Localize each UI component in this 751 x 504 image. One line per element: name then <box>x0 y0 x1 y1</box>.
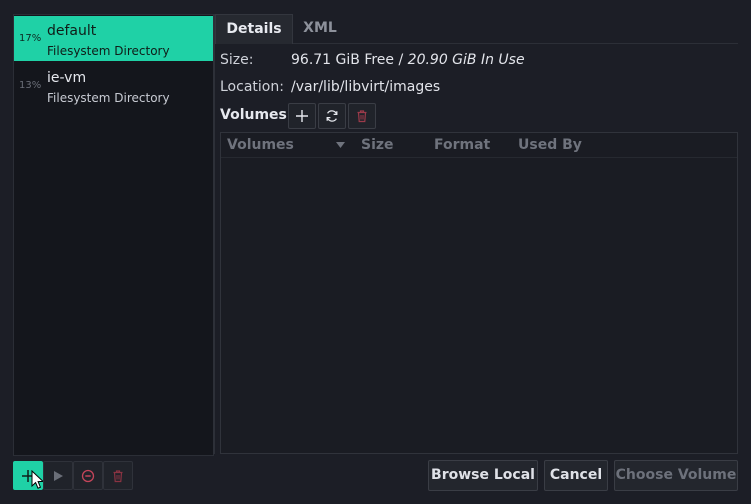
pool-item-ie-vm[interactable]: 13% ie-vm Filesystem Directory <box>14 63 213 108</box>
volumes-label: Volumes <box>220 107 287 123</box>
choose-volume-button[interactable]: Choose Volume <box>614 460 738 491</box>
column-header-used-by[interactable]: Used By <box>518 133 582 157</box>
stop-icon <box>81 469 95 482</box>
pool-item-default[interactable]: 17% default Filesystem Directory <box>14 16 213 61</box>
storage-pool-list[interactable]: 17% default Filesystem Directory 13% ie-… <box>13 14 214 456</box>
refresh-icon <box>326 110 338 122</box>
location-value: /var/lib/libvirt/images <box>291 79 441 95</box>
start-pool-button[interactable] <box>43 461 73 490</box>
add-volume-button[interactable] <box>288 103 316 129</box>
tab-xml[interactable]: XML <box>295 14 345 43</box>
browse-local-button[interactable]: Browse Local <box>428 460 538 491</box>
pool-type: Filesystem Directory <box>47 91 170 105</box>
delete-pool-button[interactable] <box>103 461 133 490</box>
column-header-label: Volumes <box>227 137 294 153</box>
pool-usage-percent: 13% <box>19 80 42 91</box>
pool-name: ie-vm <box>47 70 87 86</box>
trash-icon <box>113 469 123 482</box>
tab-bar: Details XML <box>215 14 738 44</box>
column-header-size[interactable]: Size <box>361 133 394 157</box>
stop-pool-button[interactable] <box>73 461 103 490</box>
tab-details[interactable]: Details <box>215 14 293 44</box>
header-divider <box>221 157 737 158</box>
delete-volume-button[interactable] <box>348 103 376 129</box>
cancel-button[interactable]: Cancel <box>544 460 608 491</box>
play-icon <box>54 470 63 481</box>
pool-name: default <box>47 23 97 39</box>
refresh-volumes-button[interactable] <box>318 103 346 129</box>
plus-icon <box>296 110 308 122</box>
size-free: 96.71 GiB Free / <box>291 52 408 68</box>
size-value: 96.71 GiB Free / 20.90 GiB In Use <box>291 52 525 68</box>
location-label: Location: <box>220 79 284 95</box>
pane-splitter[interactable] <box>213 14 215 454</box>
trash-icon <box>357 110 367 123</box>
pool-usage-percent: 17% <box>19 33 42 44</box>
size-label: Size: <box>220 52 254 68</box>
size-in-use: 20.90 GiB In Use <box>407 52 525 68</box>
column-header-volumes[interactable]: Volumes <box>227 133 347 157</box>
sort-descending-icon <box>336 142 345 148</box>
column-header-format[interactable]: Format <box>434 133 490 157</box>
pool-type: Filesystem Directory <box>47 44 170 58</box>
volumes-table[interactable]: Volumes Size Format Used By <box>220 132 738 454</box>
